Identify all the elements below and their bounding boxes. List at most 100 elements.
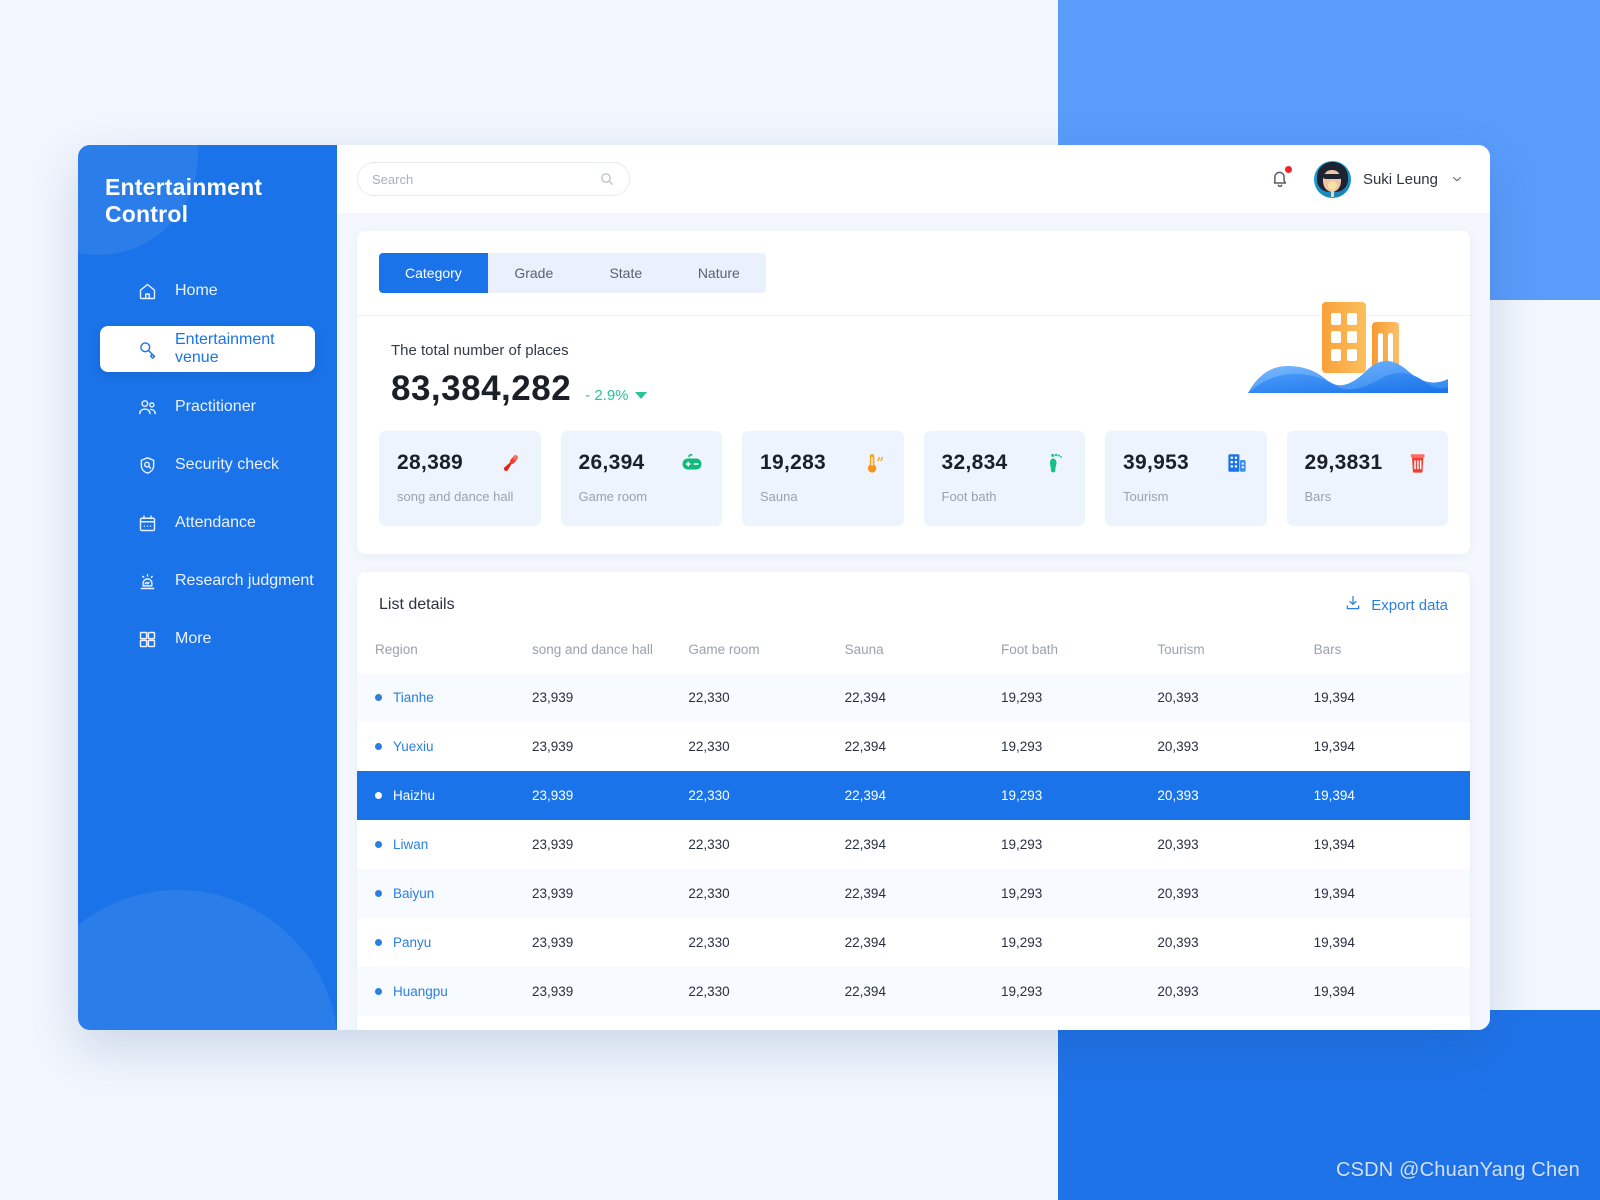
sidebar-item-research-judgment[interactable]: Research judgment [100, 558, 315, 604]
microphone-icon [499, 451, 523, 475]
region-label: Haizhu [393, 788, 436, 803]
cell-song-and-dance-hall: 23,939 [532, 837, 574, 852]
cell-bars: 19,394 [1313, 935, 1355, 950]
cell-song-and-dance-hall: 23,939 [532, 1016, 688, 1030]
cell-game-room: 22,330 [688, 788, 730, 803]
region-label: Liwan [393, 837, 429, 852]
total-places-delta: - 2.9% [585, 387, 647, 404]
cell-game-room: 22,330 [688, 1016, 844, 1030]
stat-tiles: 28,389 song and dance hall 26,394 Game r… [357, 409, 1470, 554]
sidebar-item-label: Security check [175, 456, 280, 473]
tab-grade[interactable]: Grade [488, 253, 580, 293]
cell-bars: 19,394 [1314, 1016, 1470, 1030]
stat-label: Foot bath [941, 489, 997, 504]
stat-card-bars[interactable]: 29,3831 Bars [1286, 431, 1448, 526]
stat-card-foot-bath[interactable]: 32,834 Foot bath [923, 431, 1085, 526]
export-data-button[interactable]: Export data [1344, 594, 1448, 616]
status-dot-icon [375, 890, 382, 897]
list-title: List details [379, 596, 455, 613]
table-row[interactable]: Huangpu 23,939 22,330 22,394 19,293 20,3… [357, 967, 1470, 1016]
sidebar-item-practitioner[interactable]: Practitioner [100, 384, 315, 430]
gamepad-icon [680, 451, 704, 475]
cell-tourism: 20,393 [1157, 837, 1199, 852]
region-label: Baiyun [393, 886, 435, 901]
cell-sauna: 22,394 [844, 886, 886, 901]
stat-card-song-and-dance-hall[interactable]: 28,389 song and dance hall [379, 431, 541, 526]
stat-card-tourism[interactable]: 39,953 Tourism [1105, 431, 1267, 526]
tab-state[interactable]: State [580, 253, 672, 293]
cell-tourism: 20,393 [1157, 935, 1199, 950]
cell-sauna: 22,394 [844, 788, 886, 803]
cell-tourism: 20,393 [1157, 690, 1199, 705]
column-header-bars: Bars [1313, 642, 1342, 657]
cell-game-room: 22,330 [688, 886, 730, 901]
table-row-selected[interactable]: Haizhu 23,939 22,330 22,394 19,293 20,39… [357, 771, 1470, 820]
region-cell: Liwan [375, 837, 532, 852]
sidebar-item-security-check[interactable]: Security check [100, 442, 315, 488]
calendar-icon [136, 512, 158, 534]
table-row[interactable]: Liwan 23,939 22,330 22,394 19,293 20,393… [357, 820, 1470, 869]
list-details-table: Region song and dance hall Game room Sau… [357, 634, 1470, 1030]
cell-sauna: 22,394 [844, 837, 886, 852]
cell-song-and-dance-hall: 23,939 [532, 935, 574, 950]
status-dot-icon [375, 939, 382, 946]
column-header-region: Region [375, 642, 418, 657]
cell-tourism: 20,393 [1157, 739, 1199, 754]
cell-sauna: 22,394 [844, 935, 886, 950]
table-row[interactable]: Panyu 23,939 22,330 22,394 19,293 20,393… [357, 918, 1470, 967]
stat-card-sauna[interactable]: 19,283 Sauna [742, 431, 904, 526]
watermark: CSDN @ChuanYang Chen [1335, 1159, 1580, 1181]
beer-mug-icon [1406, 451, 1430, 475]
tab-category[interactable]: Category [379, 253, 488, 293]
caret-down-icon [634, 392, 647, 399]
list-header: List details Export data [357, 572, 1470, 616]
sidebar-item-home[interactable]: Home [100, 268, 315, 314]
status-dot-icon [375, 743, 382, 750]
notifications-button[interactable] [1268, 166, 1292, 192]
tab-nature[interactable]: Nature [672, 253, 766, 293]
sidebar-item-attendance[interactable]: Attendance [100, 500, 315, 546]
cell-foot-bath: 19,293 [1000, 984, 1043, 999]
stat-value: 26,394 [578, 451, 645, 474]
cell-foot-bath: 19,293 [1000, 886, 1043, 901]
region-label: Panyu [393, 935, 432, 950]
table-row[interactable]: Tianhe 23,939 22,330 22,394 19,293 20,39… [357, 673, 1470, 722]
status-dot-icon [375, 792, 382, 799]
region-label: Yuexiu [393, 739, 434, 754]
stat-value: 39,953 [1123, 451, 1190, 474]
sidebar-item-more[interactable]: More [100, 616, 315, 662]
status-dot-icon [375, 841, 382, 848]
topbar-right: Suki Leung [1268, 160, 1464, 198]
sidebar-item-label: More [175, 630, 212, 647]
cell-foot-bath: 19,293 [1000, 690, 1043, 705]
cell-song-and-dance-hall: 23,939 [532, 739, 574, 754]
cell-game-room: 22,330 [688, 690, 730, 705]
search-box[interactable] [357, 162, 630, 196]
cell-foot-bath: 19,293 [1000, 739, 1043, 754]
content-area: Category Grade State Nature The total nu… [337, 213, 1490, 1030]
list-details-card: List details Export data Region song and… [357, 572, 1470, 1030]
user-menu[interactable]: Suki Leung [1313, 160, 1464, 198]
grid-icon [136, 628, 158, 650]
user-name: Suki Leung [1362, 170, 1438, 188]
region-cell: Yuexiu [375, 739, 532, 754]
stat-card-game-room[interactable]: 26,394 Game room [560, 431, 722, 526]
app-brand-title: Entertainment Control [105, 174, 263, 227]
table-row[interactable]: Baiyun 23,939 22,330 22,394 19,293 20,39… [357, 869, 1470, 918]
search-input[interactable] [372, 171, 599, 187]
stat-value: 32,834 [941, 451, 1008, 474]
table-row[interactable]: Huadu 23,939 22,330 22,394 19,293 20,393… [357, 1016, 1470, 1030]
footprint-icon [1043, 451, 1067, 475]
table-row[interactable]: Yuexiu 23,939 22,330 22,394 19,293 20,39… [357, 722, 1470, 771]
stat-label: Bars [1304, 489, 1332, 504]
notification-badge-dot [1284, 166, 1292, 173]
sidebar-item-entertainment-venue[interactable]: Entertainment venue [100, 326, 315, 372]
summary-card: Category Grade State Nature The total nu… [357, 231, 1470, 554]
stat-value: 19,283 [760, 451, 827, 474]
app-window: Entertainment Control Home Entertainment… [78, 145, 1490, 1030]
sidebar-decor-circle-bottom [78, 890, 337, 1030]
cell-bars: 19,394 [1313, 788, 1355, 803]
table-body: Tianhe 23,939 22,330 22,394 19,293 20,39… [357, 673, 1470, 1030]
cell-song-and-dance-hall: 23,939 [532, 788, 574, 803]
region-label: Tianhe [393, 690, 434, 705]
